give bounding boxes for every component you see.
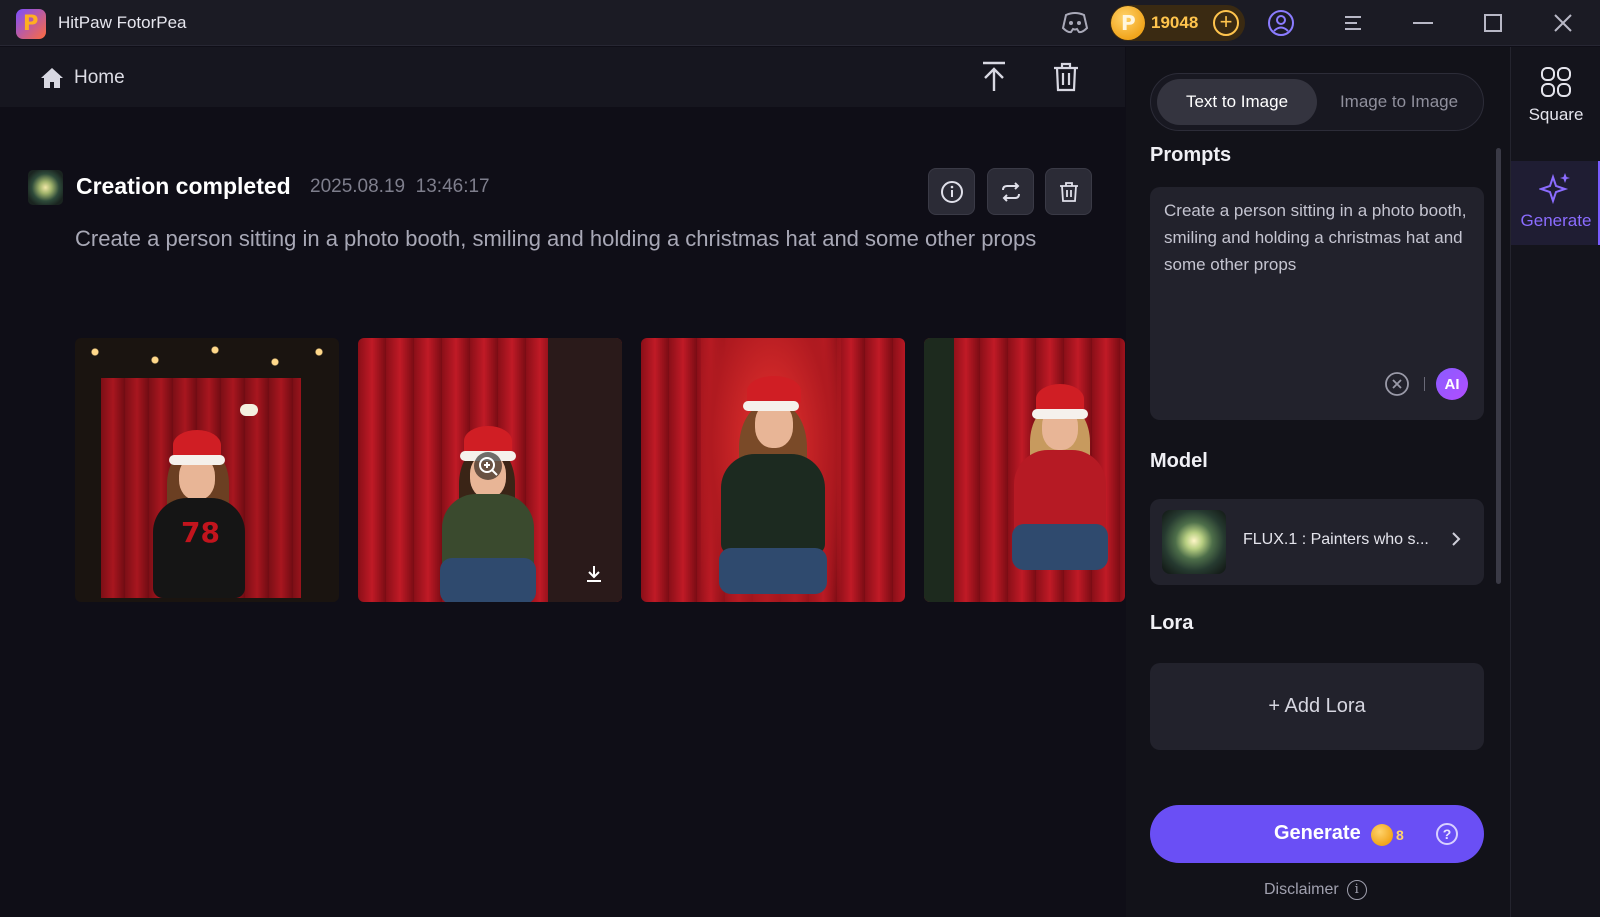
mode-toggle: Text to Image Image to Image [1150,73,1484,131]
lora-title: Lora [1150,612,1194,634]
model-name: FLUX.1 : Painters who s... [1243,531,1429,548]
result-image-3[interactable] [641,338,905,602]
discord-icon[interactable] [1058,8,1092,38]
info-icon [940,180,963,203]
model-title: Model [1150,450,1208,472]
close-icon[interactable] [1546,8,1580,38]
minimize-icon[interactable] [1406,8,1440,38]
task-prompt: Create a person sitting in a photo booth… [75,226,1037,251]
divider [1424,377,1425,391]
prompts-title: Prompts [1150,144,1232,166]
regenerate-button[interactable] [987,168,1034,215]
result-image-2[interactable] [358,338,622,602]
model-selector[interactable]: FLUX.1 : Painters who s... [1150,499,1484,585]
account-icon[interactable] [1264,8,1298,38]
credit-balance: 19048 [1151,13,1199,32]
home-icon [41,68,63,88]
sparkle-icon [1539,171,1573,205]
coin-icon: P [1111,6,1145,40]
task-status: Creation completed [76,173,291,199]
grid-squares-icon [1539,65,1573,99]
help-icon[interactable]: ? [1436,823,1458,845]
ai-enhance-button[interactable]: AI [1436,368,1468,400]
clear-prompt-icon[interactable] [1384,371,1410,397]
result-images: 78 [75,338,1125,602]
top-nav: Home [0,47,1125,107]
rail-item-square[interactable]: Square [1511,65,1600,125]
panel-scrollbar[interactable] [1496,148,1501,584]
task-date: 2025.08.19 [310,176,406,197]
rail-label-generate: Generate [1520,211,1592,230]
generate-label: Generate [1274,822,1361,844]
add-lora-button[interactable]: + Add Lora [1150,663,1484,750]
maximize-icon[interactable] [1476,8,1510,38]
info-icon: i [1346,880,1367,900]
home-link[interactable]: Home [40,67,125,89]
model-thumbnail [1162,510,1226,574]
task-header: Creation completed 2025.08.19 13:46:17 [28,168,1092,215]
model-avatar [28,170,63,205]
generate-panel: Text to Image Image to Image Prompts Cre… [1126,47,1510,917]
chevron-right-icon [1450,531,1462,547]
task-time: 13:46:17 [415,176,490,197]
rail-item-generate[interactable]: Generate [1511,171,1600,231]
menu-icon[interactable] [1336,8,1370,38]
app-logo: P [16,9,46,39]
credits-badge[interactable]: P 19048 + [1110,5,1245,41]
tab-text-to-image[interactable]: Text to Image [1157,79,1317,125]
prompt-input-text[interactable]: Create a person sitting in a photo booth… [1164,197,1474,278]
coin-icon [1371,824,1393,846]
prompt-input[interactable]: Create a person sitting in a photo booth… [1150,187,1484,420]
disclaimer-label: Disclaimer [1264,881,1339,898]
result-image-4[interactable] [924,338,1125,602]
delete-all-icon[interactable] [1048,59,1084,95]
info-button[interactable] [928,168,975,215]
side-rail: Square Generate [1510,47,1600,917]
refresh-icon [1001,181,1020,202]
tab-image-to-image[interactable]: Image to Image [1319,79,1479,125]
generate-cost: 8 [1396,827,1404,843]
app-title: HitPaw FotorPea [58,13,187,32]
task-timestamp: 2025.08.19 13:46:17 [310,176,490,198]
disclaimer-link[interactable]: Disclaimer i [1264,880,1367,900]
trash-icon [1059,181,1078,202]
upload-icon[interactable] [976,59,1012,95]
home-label: Home [74,67,125,88]
delete-task-button[interactable] [1045,168,1092,215]
title-bar: P HitPaw FotorPea P 19048 + [0,0,1600,46]
generate-button[interactable]: Generate 8 ? [1150,805,1484,863]
zoom-icon[interactable] [474,452,502,480]
rail-label-square: Square [1528,105,1584,124]
download-icon[interactable] [584,564,604,584]
result-image-1[interactable]: 78 [75,338,339,602]
add-credits-button[interactable]: + [1213,10,1239,36]
